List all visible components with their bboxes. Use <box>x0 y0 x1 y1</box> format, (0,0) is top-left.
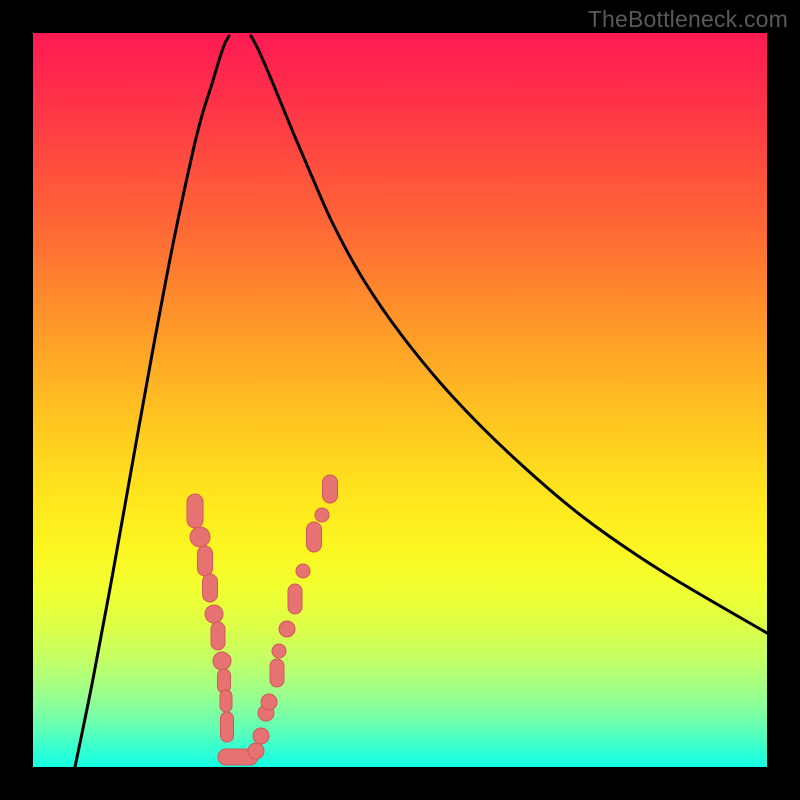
data-marker <box>272 644 286 658</box>
data-marker <box>279 621 295 637</box>
data-marker <box>296 564 310 578</box>
curve-1 <box>251 36 767 633</box>
data-marker <box>248 743 264 759</box>
data-marker <box>218 669 231 693</box>
data-marker <box>213 652 231 670</box>
chart-svg <box>33 33 767 767</box>
plot-area <box>33 33 767 767</box>
data-marker <box>190 527 210 547</box>
data-marker <box>211 622 225 650</box>
marker-layer <box>187 475 338 765</box>
data-marker <box>323 475 338 503</box>
data-marker <box>315 508 329 522</box>
data-marker <box>220 690 232 712</box>
data-marker <box>270 659 284 687</box>
data-marker <box>203 574 218 602</box>
data-marker <box>261 694 277 710</box>
data-marker <box>198 546 213 576</box>
curve-0 <box>75 36 229 767</box>
chart-frame: TheBottleneck.com <box>0 0 800 800</box>
data-marker <box>187 494 203 528</box>
curve-layer <box>75 36 767 767</box>
data-marker <box>205 605 223 623</box>
data-marker <box>288 584 302 614</box>
data-marker <box>221 712 234 742</box>
data-marker <box>307 522 322 552</box>
data-marker <box>253 728 269 744</box>
watermark-text: TheBottleneck.com <box>588 6 788 33</box>
